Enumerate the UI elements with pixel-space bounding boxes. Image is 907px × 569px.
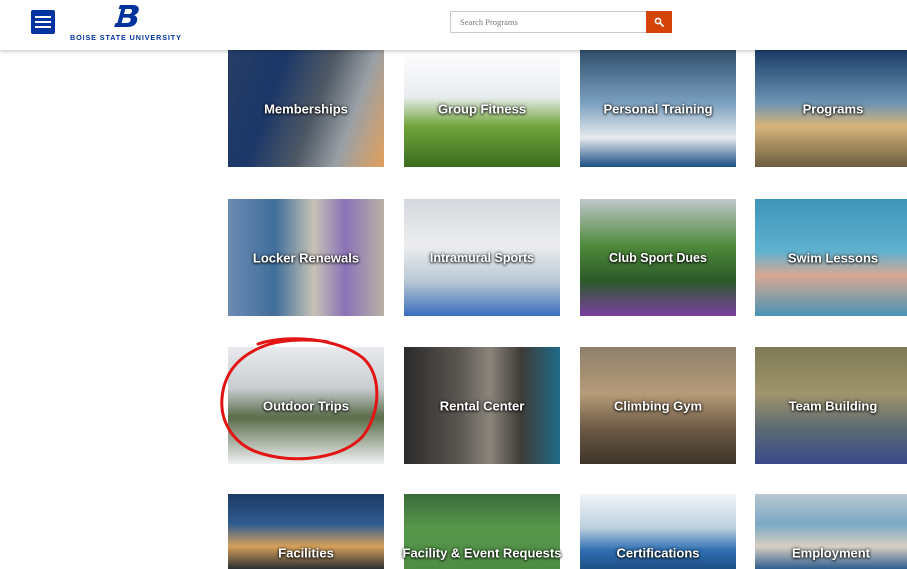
- tile-personal-training[interactable]: Personal Training: [580, 50, 736, 167]
- tile-rental-center[interactable]: Rental Center: [404, 347, 560, 464]
- search-button[interactable]: [646, 11, 672, 33]
- tile-climbing-gym[interactable]: Climbing Gym: [580, 347, 736, 464]
- tile-label: Outdoor Trips: [263, 398, 349, 413]
- tile-label: Memberships: [264, 101, 348, 116]
- tile-outdoor-trips[interactable]: Outdoor Trips: [228, 347, 384, 464]
- tile-label: Facility & Event Requests: [402, 545, 562, 561]
- tile-label: Facilities: [278, 545, 334, 561]
- site-header: BOISE STATE UNIVERSITY: [0, 0, 907, 50]
- university-name: BOISE STATE UNIVERSITY: [70, 33, 182, 42]
- tile-label: Programs: [802, 101, 864, 116]
- tile-club-sport-dues[interactable]: Club Sport Dues: [580, 199, 736, 316]
- tile-team-building[interactable]: Team Building: [755, 347, 907, 464]
- hamburger-icon-line: [35, 16, 51, 18]
- tile-group-fitness[interactable]: Group Fitness: [404, 50, 560, 167]
- tile-label: Personal Training: [603, 101, 713, 116]
- tile-employment[interactable]: Employment: [755, 494, 907, 569]
- tile-label: Employment: [791, 545, 870, 561]
- tile-facilities[interactable]: Facilities: [228, 494, 384, 569]
- menu-button[interactable]: [31, 10, 55, 34]
- tile-label: Swim Lessons: [787, 250, 879, 265]
- tile-label: Group Fitness: [437, 101, 527, 116]
- tile-label: Locker Renewals: [252, 250, 360, 265]
- magnifier-icon: [654, 17, 664, 27]
- hamburger-icon-line: [35, 26, 51, 28]
- tile-programs[interactable]: Programs: [755, 50, 907, 167]
- hamburger-icon-line: [35, 21, 51, 23]
- tile-label: Rental Center: [439, 398, 525, 413]
- tile-label: Intramural Sports: [429, 250, 535, 265]
- bronco-b-logo-icon: [114, 5, 139, 27]
- tile-memberships[interactable]: Memberships: [228, 50, 384, 167]
- search-input[interactable]: [450, 11, 646, 33]
- tile-locker-renewals[interactable]: Locker Renewals: [228, 199, 384, 316]
- university-logo[interactable]: BOISE STATE UNIVERSITY: [70, 4, 182, 44]
- tile-label: Climbing Gym: [613, 398, 703, 413]
- tile-swim-lessons[interactable]: Swim Lessons: [755, 199, 907, 316]
- tile-label: Team Building: [788, 398, 878, 413]
- tile-label: Club Sport Dues: [609, 250, 707, 265]
- tile-intramural-sports[interactable]: Intramural Sports: [404, 199, 560, 316]
- tile-certifications[interactable]: Certifications: [580, 494, 736, 569]
- tile-label: Certifications: [616, 545, 700, 561]
- tile-facility-event-requests[interactable]: Facility & Event Requests: [403, 494, 561, 569]
- page: BOISE STATE UNIVERSITY Memberships Group…: [0, 0, 907, 569]
